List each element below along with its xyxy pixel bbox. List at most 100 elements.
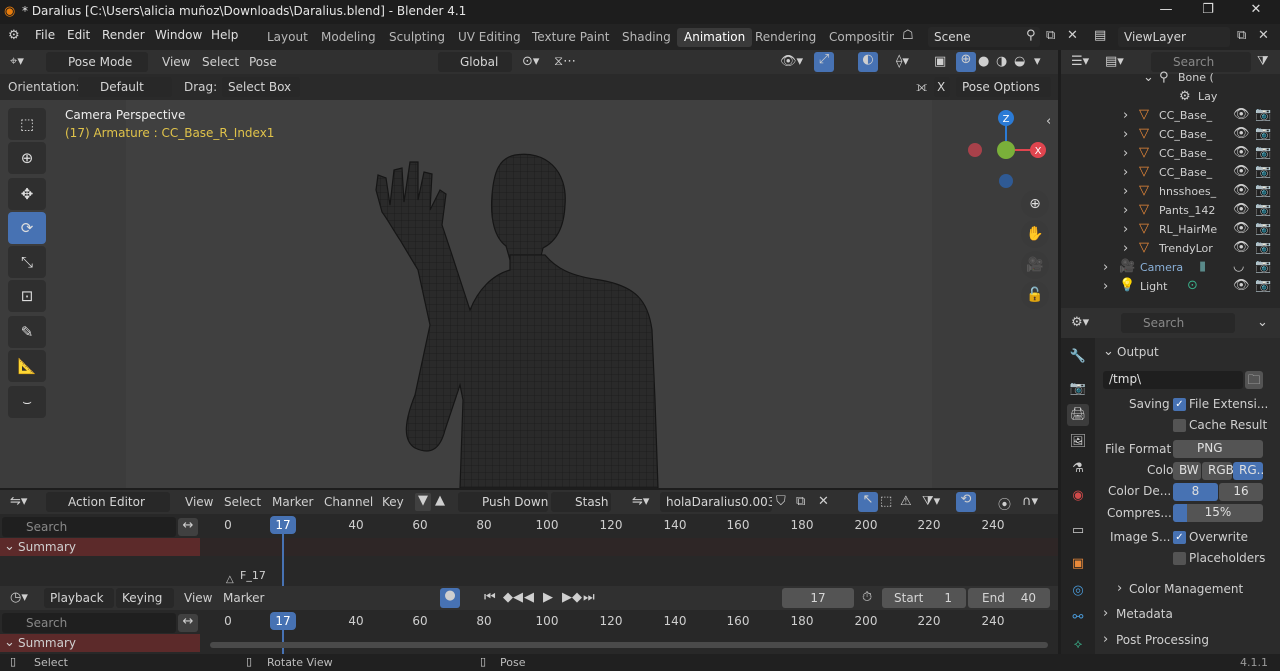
timeline-type-icon[interactable]: ◷▾ (10, 590, 28, 605)
outliner-row[interactable]: › ▽ RL_HairMe 👁 📷 (1061, 220, 1280, 239)
camera-render-icon[interactable]: 📷 (1255, 126, 1271, 141)
3d-viewport[interactable]: Camera Perspective (17) Armature : CC_Ba… (0, 100, 1058, 488)
tab-animation[interactable]: Animation (677, 28, 753, 47)
outliner-row[interactable]: › 🎥 Camera ▮ ◡ 📷 (1061, 258, 1280, 277)
camera-render-icon[interactable]: 📷 (1255, 145, 1271, 160)
push-down-button[interactable]: Push Down (458, 492, 548, 512)
outliner-row[interactable]: › ▽ CC_Base_ 👁 📷 (1061, 125, 1280, 144)
transform-tool-icon[interactable]: ⊡ (8, 280, 46, 312)
channel-search-input[interactable]: Search (2, 517, 176, 537)
tab-compositing[interactable]: Compositin (822, 28, 894, 47)
menu-window[interactable]: Window (155, 28, 202, 42)
color-management-panel[interactable]: Color Management (1129, 582, 1243, 596)
color-bw-option[interactable]: BW (1173, 462, 1201, 480)
eye-icon[interactable]: 👁 (1233, 107, 1250, 122)
physics-tab-icon[interactable]: ◎ (1067, 580, 1089, 602)
scale-tool-icon[interactable]: ⤡ (8, 246, 46, 278)
view-layer-tab-icon[interactable]: 🖼 (1067, 431, 1089, 453)
expand-arrow-icon[interactable]: › (1123, 184, 1128, 199)
blender-menu-icon[interactable]: ⚙ (8, 28, 20, 43)
camera-render-icon[interactable]: 📷 (1255, 164, 1271, 179)
transform-orientation-selector[interactable]: Global (438, 52, 512, 72)
action-menu-select[interactable]: Select (224, 495, 261, 509)
filter-icon[interactable]: ⧩ (1257, 54, 1269, 69)
color-depth-16-option[interactable]: 16 (1219, 483, 1263, 501)
file-extension-checkbox[interactable]: ✓ (1173, 398, 1186, 411)
eye-icon[interactable]: 👁 (1233, 240, 1250, 255)
world-tab-icon[interactable]: ◉ (1067, 485, 1089, 507)
camera-render-icon[interactable]: 📷 (1255, 221, 1271, 236)
timeline-area[interactable]: 0 40 60 80 100 120 140 160 180 200 220 2… (200, 610, 1058, 654)
camera-render-icon[interactable]: 📷 (1255, 202, 1271, 217)
tab-modeling[interactable]: Modeling (314, 28, 383, 47)
bone-overlay-icon[interactable]: ⟠▾ (896, 54, 909, 69)
expand-arrow-icon[interactable]: › (1103, 279, 1108, 294)
only-selected-icon[interactable]: ↖ (858, 492, 878, 512)
collapse-icon[interactable]: ⌄ (1257, 315, 1268, 330)
stash-button[interactable]: Stash (551, 492, 611, 512)
constraints-tab-icon[interactable]: ⚯ (1067, 607, 1089, 629)
output-panel-header[interactable]: ⌄ Output (1097, 341, 1269, 363)
sidebar-toggle-icon[interactable]: ‹ (1046, 114, 1051, 129)
outliner-row[interactable]: › ▽ CC_Base_ 👁 📷 (1061, 163, 1280, 182)
data-tab-icon[interactable]: ⟡ (1067, 634, 1089, 656)
mirror-x-toggle[interactable]: X (934, 77, 950, 97)
maximize-button[interactable]: ❐ (1188, 2, 1228, 22)
gizmo-icon[interactable]: ⤢ (814, 52, 834, 72)
material-shading-icon[interactable]: ◑ (996, 54, 1007, 69)
action-menu-view[interactable]: View (185, 495, 213, 509)
outliner-row[interactable]: › ▽ CC_Base_ 👁 📷 (1061, 106, 1280, 125)
properties-search-input[interactable]: Search (1121, 313, 1235, 333)
mirror-icon[interactable]: ⟗ (916, 80, 927, 95)
solid-shading-icon[interactable]: ● (978, 54, 989, 69)
display-mode-icon[interactable]: ▤▾ (1105, 54, 1124, 69)
marker-icon[interactable]: △ (226, 574, 234, 585)
camera-render-icon[interactable]: 📷 (1255, 183, 1271, 198)
snap-icon[interactable]: ⧖⋯ (554, 54, 576, 69)
keying-menu[interactable]: Keying (116, 588, 174, 608)
dopesheet-mode-selector[interactable]: Action Editor (46, 492, 170, 512)
playback-menu[interactable]: Playback (44, 588, 114, 608)
properties-type-icon[interactable]: ⚙▾ (1071, 315, 1089, 330)
tab-shading[interactable]: Shading (615, 28, 678, 47)
scene-tab-icon[interactable]: ⚗ (1067, 458, 1089, 480)
rendered-shading-icon[interactable]: ◒ (1014, 54, 1025, 69)
tab-layout[interactable]: Layout (260, 28, 315, 47)
expand-arrow-icon[interactable]: ⌄ (1143, 70, 1154, 85)
prev-keyframe-icon[interactable]: ◆◀ (503, 590, 523, 605)
eye-icon[interactable]: 👁 (1233, 202, 1250, 217)
outliner-row[interactable]: ⌄ ⚲ Bone ( (1061, 68, 1280, 87)
timeline-sync-icon[interactable]: ↔ (178, 614, 198, 632)
folder-icon[interactable]: 🗀 (1245, 371, 1263, 389)
post-processing-panel[interactable]: Post Processing (1116, 633, 1209, 647)
shading-options-icon[interactable]: ▾ (1034, 54, 1041, 69)
next-keyframe-icon[interactable]: ▶◆ (562, 590, 582, 605)
annotate-tool-icon[interactable]: ✎ (8, 316, 46, 348)
action-menu-marker[interactable]: Marker (272, 495, 313, 509)
move-tool-icon[interactable]: ✥ (8, 178, 46, 210)
eye-icon[interactable]: 👁 (1233, 278, 1250, 293)
file-format-dropdown[interactable]: PNG (1173, 440, 1263, 458)
record-icon[interactable]: ● (440, 588, 460, 608)
preview-range-icon[interactable]: ⏱ (862, 590, 872, 605)
pin-icon[interactable]: ⚲ (1026, 28, 1036, 43)
overwrite-checkbox[interactable]: ✓ (1173, 531, 1186, 544)
pose-tool-icon[interactable]: ⌣ (8, 386, 46, 418)
summary-channel[interactable]: ⌄ Summary (0, 538, 200, 556)
camera-render-icon[interactable]: 📷 (1255, 107, 1271, 122)
tab-uv-editing[interactable]: UV Editing (451, 28, 528, 47)
view-layer-selector[interactable]: ViewLayer (1118, 27, 1230, 47)
metadata-panel[interactable]: Metadata (1116, 607, 1173, 621)
timeline-search-input[interactable]: Search (2, 613, 176, 633)
pan-hand-icon[interactable]: ✋ (1021, 220, 1049, 248)
outliner-row[interactable]: › ▽ CC_Base_ 👁 📷 (1061, 144, 1280, 163)
menu-render[interactable]: Render (102, 28, 145, 42)
menu-file[interactable]: File (35, 28, 55, 42)
mode-selector[interactable]: Pose Mode (46, 52, 148, 72)
eye-icon[interactable]: 👁 (1233, 221, 1250, 236)
timeline-menu-view[interactable]: View (184, 591, 212, 605)
output-path-field[interactable]: /tmp\ (1103, 371, 1243, 389)
expand-arrow-icon[interactable]: › (1103, 260, 1108, 275)
navigation-gizmo[interactable]: Z X (960, 108, 1052, 198)
move-up-icon[interactable]: ▲ (435, 493, 445, 508)
